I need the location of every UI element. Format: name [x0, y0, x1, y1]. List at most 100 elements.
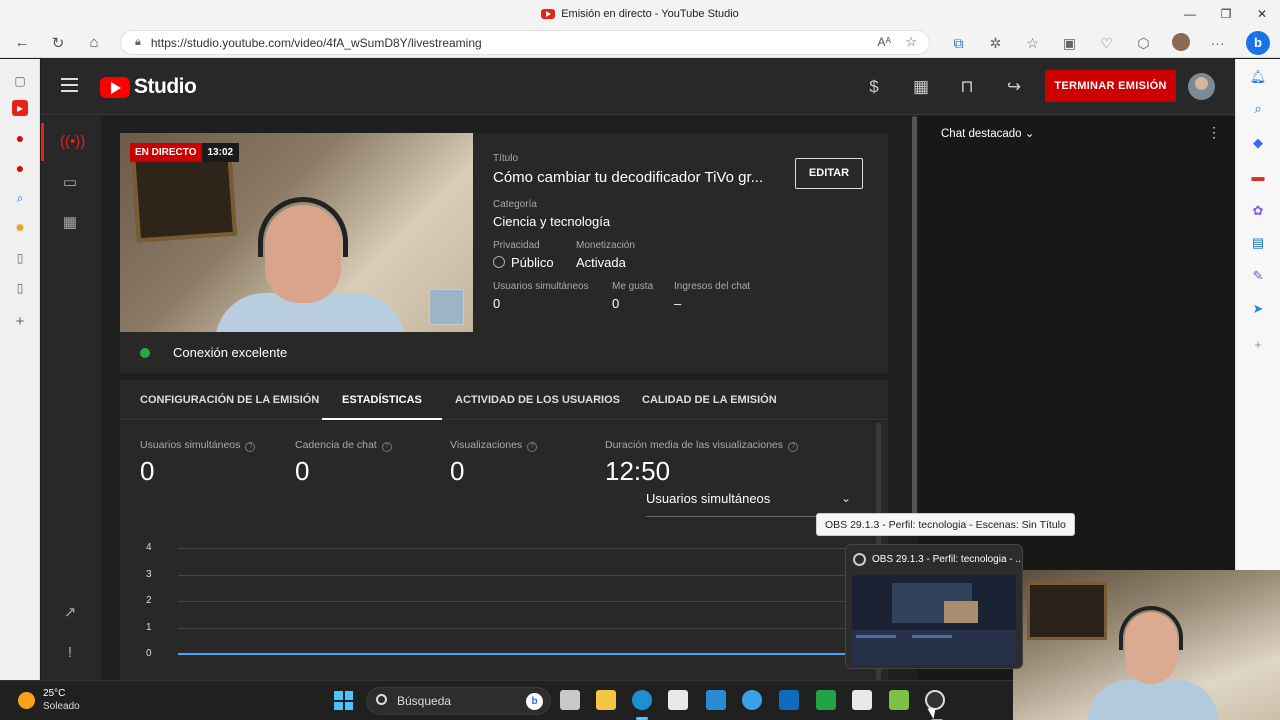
collections-icon[interactable]: ▣ — [1051, 35, 1088, 52]
share-icon[interactable]: ↪ — [1003, 76, 1025, 98]
browser-essentials-icon[interactable]: ♡ — [1088, 35, 1125, 52]
task-view-icon[interactable] — [560, 690, 580, 710]
tab-actions-icon[interactable]: ▢ — [12, 73, 28, 89]
file-explorer-icon[interactable] — [596, 690, 616, 710]
taskbar-thumbnail-preview[interactable]: OBS 29.1.3 - Perfil: tecnologia - ... — [845, 544, 1023, 669]
help-icon[interactable]: ? — [527, 442, 538, 452]
shopping-icon[interactable]: ◆ — [1249, 134, 1267, 152]
back-icon[interactable]: ← — [4, 34, 40, 51]
open-external-icon[interactable]: ↗ — [60, 603, 80, 623]
menu-icon[interactable] — [61, 78, 78, 92]
favorites-icon[interactable]: ☆ — [1014, 35, 1051, 52]
settings-tab-icon[interactable]: ✹ — [12, 220, 28, 236]
tab-user-activity[interactable]: ACTIVIDAD DE LOS USUARIOS — [455, 380, 620, 420]
active-indicator — [41, 123, 44, 161]
games-icon[interactable]: ✿ — [1249, 202, 1267, 220]
home-icon[interactable]: ⌂ — [76, 34, 112, 51]
windows-start-icon[interactable] — [334, 691, 353, 710]
stat-value: 0 — [450, 456, 465, 486]
preview-title: OBS 29.1.3 - Perfil: tecnologia - ... — [872, 554, 1022, 565]
title-label: Título — [493, 153, 519, 164]
end-stream-button[interactable]: TERMINAR EMISIÓN — [1045, 70, 1176, 102]
help-icon[interactable]: ? — [381, 442, 392, 452]
read-aloud-icon[interactable]: Aᴬ — [878, 35, 891, 49]
document-tab-icon[interactable]: ▯ — [12, 250, 28, 266]
document-tab-icon-2[interactable]: ▯ — [12, 280, 28, 296]
profile-avatar[interactable] — [1162, 32, 1199, 54]
stream-preview[interactable]: EN DIRECTO 13:02 — [120, 133, 473, 332]
tab-stream-quality[interactable]: CALIDAD DE LA EMISIÓN — [642, 380, 777, 420]
app-icon-3[interactable] — [816, 690, 836, 710]
tools-icon[interactable]: ▬ — [1249, 168, 1267, 186]
weather-widget[interactable]: 25°C Soleado — [18, 687, 80, 713]
live-stream-icon[interactable]: ((•)) — [60, 132, 85, 152]
edge-icon[interactable] — [632, 690, 652, 720]
new-tab-icon[interactable]: + — [12, 314, 28, 330]
add-sidebar-app-icon[interactable]: + — [1249, 336, 1267, 354]
headset — [1119, 606, 1183, 650]
search-icon[interactable]: ⌕ — [1249, 100, 1267, 118]
maximize-button[interactable]: ❐ — [1208, 0, 1244, 28]
edit-button[interactable]: EDITAR — [795, 158, 863, 189]
url-field[interactable]: 🔒︎ https://studio.youtube.com/video/4fA_… — [120, 30, 930, 55]
more-menu-icon[interactable]: ··· — [1199, 35, 1236, 51]
notifications-icon[interactable]: 🔔︎ — [1249, 68, 1267, 86]
url-text: https://studio.youtube.com/video/4fA_wSu… — [150, 35, 482, 50]
gridline — [178, 601, 858, 602]
refresh-icon[interactable]: ↻ — [40, 34, 76, 52]
vodafone-tab-icon-2[interactable]: ● — [12, 160, 28, 176]
monetization-icon[interactable]: $ — [863, 76, 885, 98]
store-icon[interactable] — [668, 690, 688, 710]
bookmark-icon[interactable]: ⊓ — [956, 76, 978, 98]
extensions-puzzle-icon[interactable]: ⬡ — [1125, 35, 1162, 52]
close-button[interactable]: ✕ — [1244, 0, 1280, 28]
snipping-tool-icon[interactable] — [852, 690, 872, 710]
window-titlebar: Emisión en directo - YouTube Studio — ❐ … — [0, 0, 1280, 28]
vodafone-tab-icon[interactable]: ● — [12, 130, 28, 146]
drop-icon[interactable]: ➤ — [1249, 300, 1267, 318]
youtube-logo-icon — [100, 76, 130, 98]
bing-copilot-icon[interactable]: b — [1246, 31, 1270, 55]
app-icon-2[interactable] — [779, 690, 799, 710]
calendar-icon[interactable]: ▦ — [60, 213, 80, 233]
search-tab-icon[interactable]: ⌕ — [12, 190, 28, 206]
stat-value: 0 — [140, 456, 155, 486]
y-tick-label: 1 — [146, 621, 152, 633]
concurrent-users-chart: 4 3 2 1 0 — [140, 541, 860, 671]
taskbar-search[interactable]: Búsqueda b — [366, 687, 551, 715]
app-icon[interactable] — [706, 690, 726, 710]
series-line — [178, 653, 858, 655]
clapper-icon[interactable]: ▦ — [910, 76, 932, 98]
help-app-icon[interactable] — [742, 690, 762, 710]
studio-logo[interactable]: Studio — [100, 75, 197, 99]
tab-stream-settings[interactable]: CONFIGURACIÓN DE LA EMISIÓN — [140, 380, 319, 420]
help-icon[interactable]: ? — [788, 442, 799, 452]
gridline — [178, 574, 858, 576]
chat-mode-dropdown[interactable]: Chat destacado ⌄ — [941, 126, 1034, 140]
outlook-icon[interactable]: ▤ — [1249, 234, 1267, 252]
app-icon-4[interactable] — [889, 690, 909, 710]
webcam-icon[interactable]: ▭ — [60, 173, 80, 193]
feedback-icon[interactable]: ! — [60, 643, 80, 663]
youtube-tab-icon[interactable]: ▸ — [12, 100, 28, 116]
help-icon[interactable]: ? — [245, 442, 256, 452]
favorite-star-icon[interactable]: ☆ — [905, 34, 917, 50]
monetization-value: Activada — [576, 255, 626, 270]
more-vert-icon[interactable]: ⋮ — [1207, 124, 1221, 141]
connection-status: Conexión excelente — [140, 345, 287, 360]
category-value: Ciencia y tecnología — [493, 214, 611, 229]
y-tick-label: 4 — [146, 542, 152, 553]
designer-icon[interactable]: ✎ — [1249, 267, 1267, 285]
youtube-tab-icon — [541, 9, 556, 19]
chat-revenue-label: Ingresos del chat — [674, 281, 751, 292]
account-avatar[interactable] — [1188, 73, 1215, 100]
obs-icon — [853, 553, 866, 566]
main-content: EN DIRECTO 13:02 Conexión excelente Títu… — [101, 116, 911, 680]
minimize-button[interactable]: — — [1172, 0, 1208, 28]
tab-statistics[interactable]: ESTADÍSTICAS — [322, 380, 442, 420]
monetization-label: Monetización — [576, 240, 635, 251]
sun-icon — [18, 691, 35, 709]
studio-header: Studio $ ▦ ⊓ ↪ TERMINAR EMISIÓN — [41, 59, 1235, 115]
translate-icon[interactable]: ⧉ — [940, 35, 977, 52]
extension-icon[interactable]: ✲ — [977, 35, 1014, 52]
